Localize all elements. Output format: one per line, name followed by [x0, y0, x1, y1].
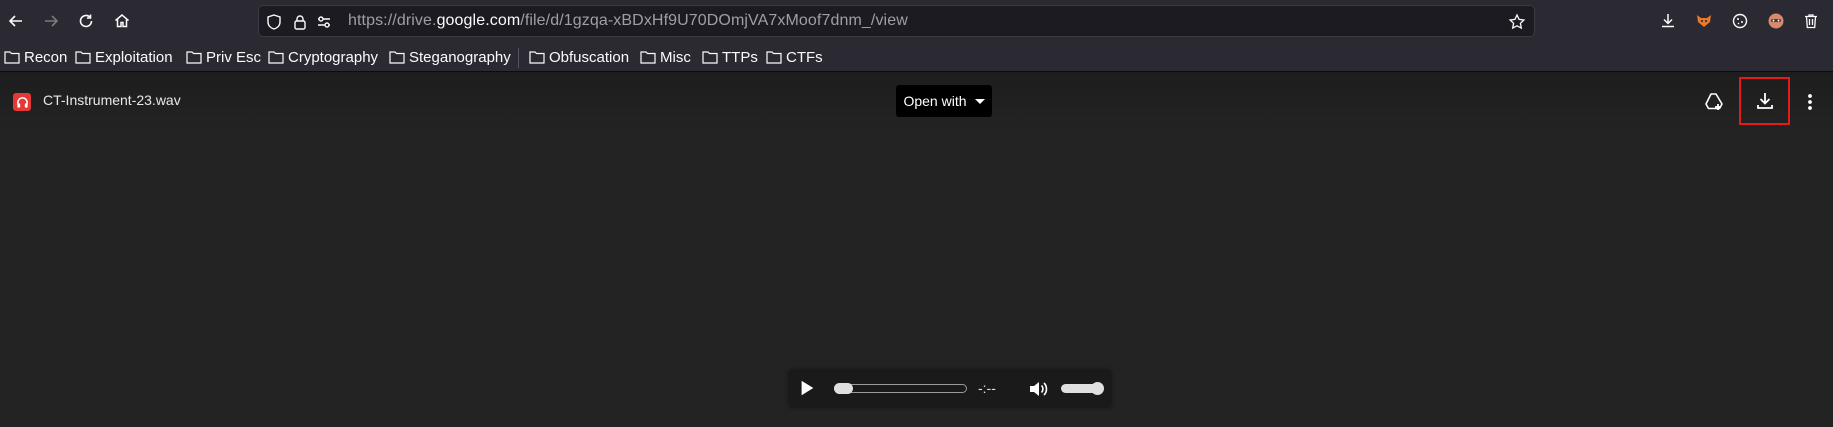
folder-icon — [766, 51, 782, 64]
bookmarks-toolbar: Recon Exploitation Priv Esc Cryptography… — [0, 42, 1833, 72]
bookmark-label: CTFs — [786, 48, 823, 66]
bookmark-folder[interactable]: Recon — [4, 47, 67, 67]
reload-button[interactable] — [71, 6, 101, 36]
bookmark-folder[interactable]: Steganography — [389, 47, 511, 67]
bookmark-label: Misc — [660, 48, 691, 66]
folder-icon — [268, 51, 284, 64]
downloads-button[interactable] — [1653, 6, 1683, 36]
bookmark-label: Priv Esc — [206, 48, 262, 66]
downloads-icon — [1662, 14, 1674, 28]
volume-icon — [1030, 382, 1048, 396]
volume-button[interactable] — [1027, 378, 1049, 400]
url-prefix: https://drive. — [348, 12, 437, 29]
url-path: /file/d/1gzqa-xBDxHf9U70DOmjVA7xMoof7dnm… — [520, 12, 908, 29]
bookmark-folder[interactable]: TTPs — [702, 47, 758, 67]
home-button[interactable] — [107, 6, 137, 36]
back-button[interactable] — [1, 6, 31, 36]
bookmark-folder[interactable]: Exploitation — [75, 47, 173, 67]
folder-icon — [186, 51, 202, 64]
shield-icon[interactable] — [265, 13, 283, 31]
more-options-button[interactable] — [1796, 88, 1824, 116]
seek-bar[interactable] — [834, 384, 967, 393]
download-button[interactable] — [1739, 77, 1790, 125]
browser-toolbar: https://drive.google.com/file/d/1gzqa-xB… — [0, 0, 1833, 42]
bookmark-folder[interactable]: Misc — [640, 47, 691, 67]
permissions-icon[interactable] — [315, 13, 333, 31]
folder-icon — [4, 51, 20, 64]
foxyproxy-icon — [1697, 15, 1711, 27]
avatar-icon — [1768, 13, 1784, 29]
caret-down-icon — [974, 98, 985, 104]
home-icon — [115, 14, 129, 28]
seek-thumb[interactable] — [834, 383, 853, 394]
play-icon — [801, 380, 814, 396]
volume-thumb[interactable] — [1091, 382, 1104, 395]
headphones-icon — [13, 93, 31, 111]
time-display: -:-- — [978, 380, 996, 396]
url-host: google.com — [436, 12, 521, 29]
bookmarks-separator — [518, 48, 519, 68]
add-to-drive-button[interactable] — [1700, 88, 1728, 116]
folder-icon — [75, 51, 91, 64]
cookie-button[interactable] — [1725, 6, 1755, 36]
bookmark-label: Cryptography — [288, 48, 379, 66]
trash-button[interactable] — [1796, 6, 1826, 36]
add-to-drive-icon — [1705, 93, 1723, 110]
bookmark-label: Exploitation — [95, 48, 173, 66]
back-arrow-icon — [8, 15, 22, 27]
folder-icon — [640, 51, 656, 64]
folder-icon — [529, 51, 545, 64]
more-vert-icon — [1808, 94, 1812, 110]
forward-button[interactable] — [36, 6, 66, 36]
open-with-label: Open with — [903, 93, 967, 109]
bookmark-folder[interactable]: CTFs — [766, 47, 823, 67]
download-icon — [1756, 93, 1773, 109]
file-name: CT-Instrument-23.wav — [43, 92, 181, 108]
audio-player: -:-- — [789, 370, 1111, 407]
reload-icon — [79, 14, 93, 28]
star-icon[interactable] — [1508, 13, 1526, 31]
folder-icon — [389, 51, 405, 64]
bookmark-label: Steganography — [409, 48, 511, 66]
url-bar[interactable]: https://drive.google.com/file/d/1gzqa-xB… — [258, 5, 1535, 37]
bookmark-label: Obfuscation — [549, 48, 630, 66]
foxyproxy-button[interactable] — [1689, 6, 1719, 36]
play-button[interactable] — [797, 378, 817, 398]
open-with-button[interactable]: Open with — [896, 85, 992, 117]
url-text[interactable]: https://drive.google.com/file/d/1gzqa-xB… — [348, 12, 908, 30]
trash-icon — [1805, 14, 1817, 29]
bookmark-label: TTPs — [722, 48, 758, 66]
bookmark-folder[interactable]: Priv Esc — [186, 47, 261, 67]
cookie-icon — [1732, 13, 1748, 29]
avatar-button[interactable] — [1761, 6, 1791, 36]
folder-icon — [702, 51, 718, 64]
forward-arrow-icon — [45, 15, 59, 27]
bookmark-folder[interactable]: Obfuscation — [529, 47, 629, 67]
bookmark-label: Recon — [24, 48, 68, 66]
bookmark-folder[interactable]: Cryptography — [268, 47, 378, 67]
lock-icon[interactable] — [291, 13, 309, 31]
